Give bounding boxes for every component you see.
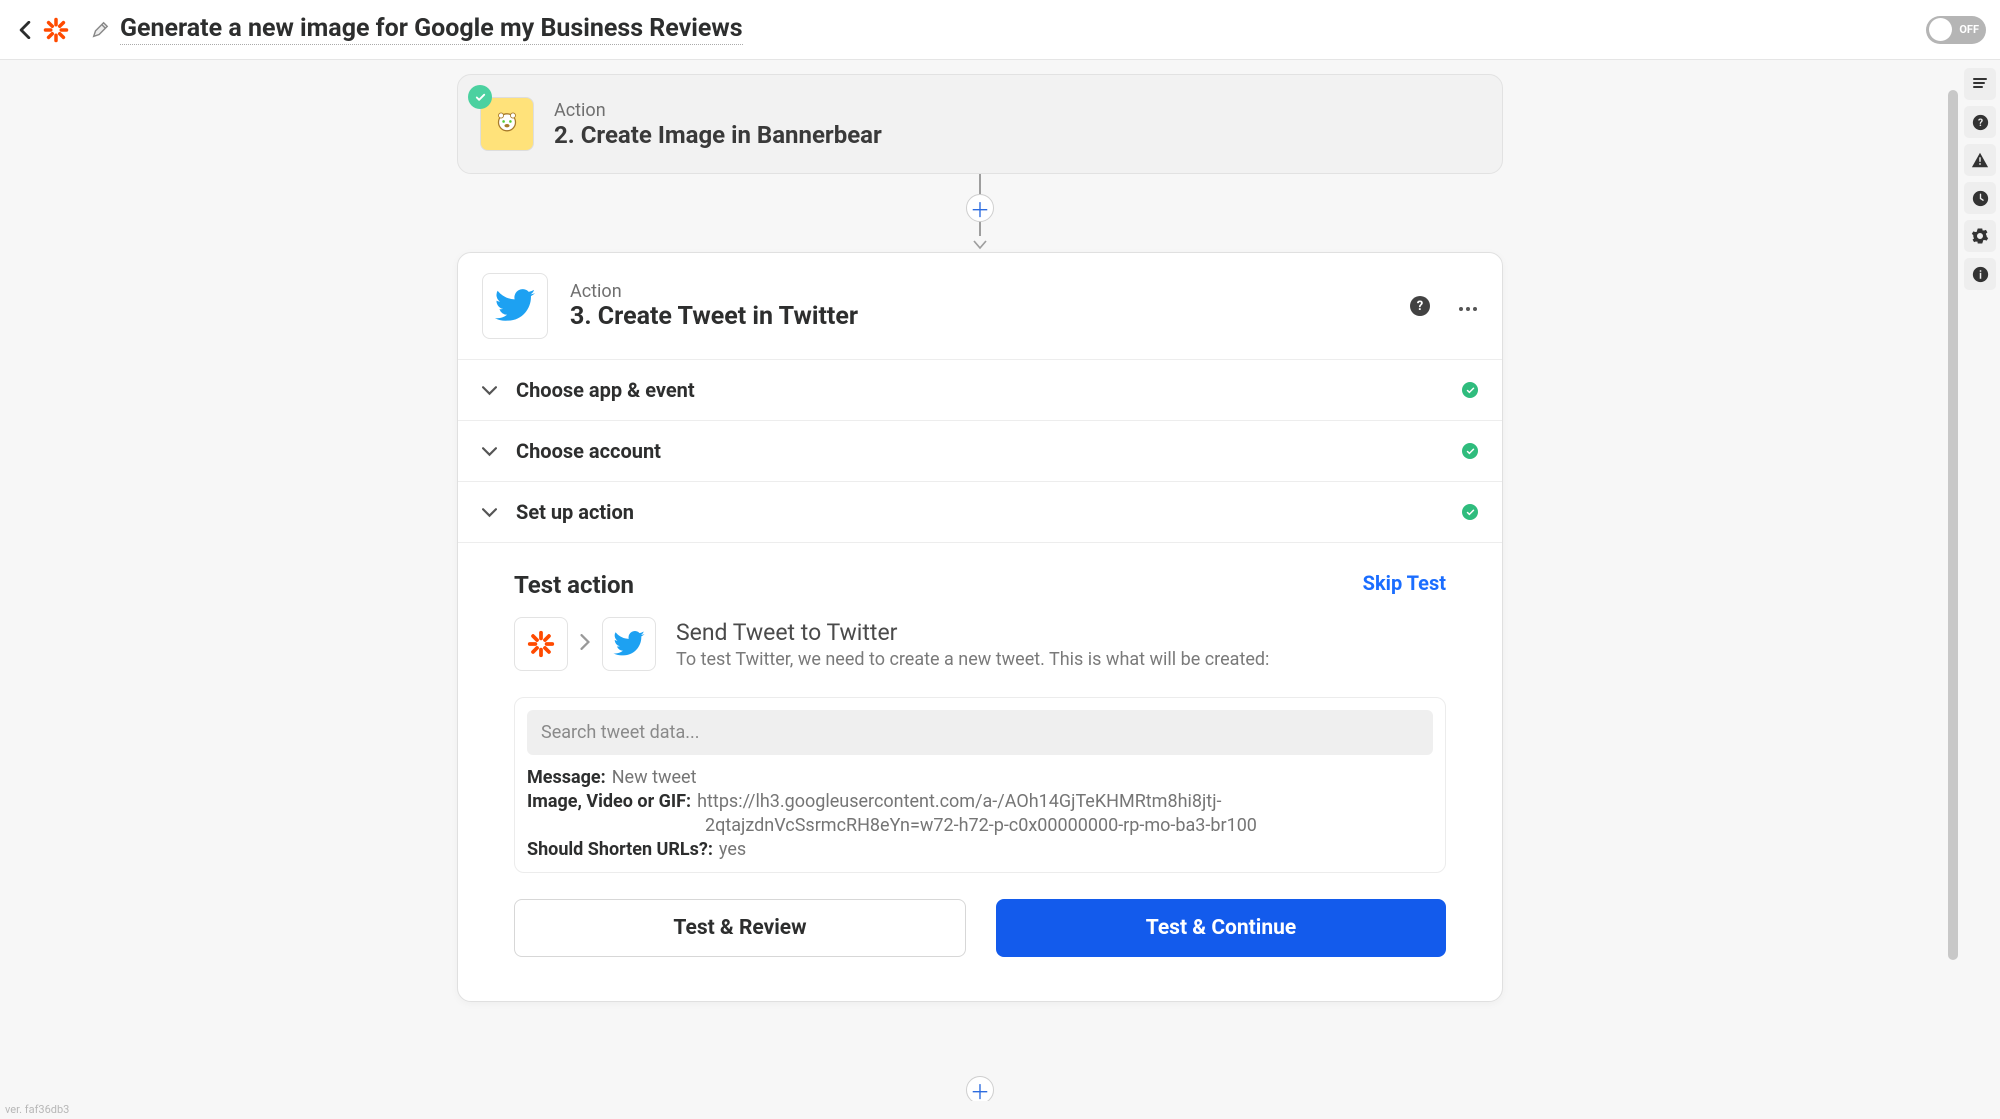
settings-gear-icon[interactable] <box>1964 220 1996 252</box>
send-tweet-description: To test Twitter, we need to create a new… <box>676 649 1269 670</box>
chevron-down-icon <box>482 503 500 522</box>
warning-icon[interactable] <box>1964 144 1996 176</box>
svg-text:?: ? <box>1977 117 1982 128</box>
outline-icon[interactable] <box>1964 68 1996 100</box>
chevron-right-icon <box>580 634 590 654</box>
row-choose-app-event[interactable]: Choose app & event <box>458 359 1502 420</box>
row-choose-account[interactable]: Choose account <box>458 420 1502 481</box>
zap-title[interactable]: Generate a new image for Google my Busin… <box>120 14 743 45</box>
help-icon[interactable]: ? <box>1410 296 1430 316</box>
test-action-title: Test action <box>514 571 634 599</box>
test-action-section: Test action Skip Test Send Tweet to Twit… <box>458 542 1502 1001</box>
tweet-data-preview: Search tweet data... Message: New tweet … <box>514 697 1446 873</box>
row-title: Choose account <box>516 439 661 463</box>
field-label-message: Message: <box>527 767 606 788</box>
field-value-image-line2: 2qtajzdnVcSsrmcRH8eYn=w72-h72-p-c0x00000… <box>705 815 1257 836</box>
step-2-meta: Action 2. Create Image in Bannerbear <box>554 100 882 149</box>
twitter-app-icon <box>482 273 548 339</box>
field-value-image-line1: https://lh3.googleusercontent.com/a-/AOh… <box>697 791 1221 812</box>
zapier-mini-icon <box>514 617 568 671</box>
chevron-down-icon <box>482 442 500 461</box>
more-menu-icon[interactable] <box>1458 297 1478 316</box>
chevron-down-icon <box>482 381 500 400</box>
top-header: Generate a new image for Google my Busin… <box>0 0 2000 60</box>
zapier-logo-icon[interactable] <box>42 16 70 44</box>
field-value-shorten: yes <box>719 839 746 860</box>
connector-bottom: ＋ <box>966 1076 994 1101</box>
zap-on-off-toggle[interactable]: OFF <box>1926 16 1986 44</box>
row-title: Set up action <box>516 500 634 524</box>
step-3-meta: Action 3. Create Tweet in Twitter <box>570 281 858 331</box>
skip-test-link[interactable]: Skip Test <box>1363 571 1446 595</box>
info-icon[interactable] <box>1964 258 1996 290</box>
search-tweet-data-input[interactable]: Search tweet data... <box>527 710 1433 755</box>
toggle-off-label: OFF <box>1959 23 1979 36</box>
version-label: ver. faf36db3 <box>5 1103 69 1116</box>
editor-canvas: Action 2. Create Image in Bannerbear ＋ A… <box>0 60 1960 1101</box>
field-label-image: Image, Video or GIF: <box>527 791 691 812</box>
field-label-shorten: Should Shorten URLs?: <box>527 839 713 860</box>
step-2-title: 2. Create Image in Bannerbear <box>554 121 882 149</box>
success-check-badge-icon <box>468 85 492 109</box>
step-3-title: 3. Create Tweet in Twitter <box>570 302 858 331</box>
send-tweet-title: Send Tweet to Twitter <box>676 619 1269 646</box>
field-value-message: New tweet <box>612 767 697 788</box>
add-step-button[interactable]: ＋ <box>966 194 994 222</box>
connector-top: ＋ <box>966 174 994 255</box>
test-review-button[interactable]: Test & Review <box>514 899 966 957</box>
bannerbear-app-icon <box>480 97 534 151</box>
help-icon[interactable]: ? <box>1964 106 1996 138</box>
row-status-check-icon <box>1462 504 1478 520</box>
row-status-check-icon <box>1462 443 1478 459</box>
test-continue-button[interactable]: Test & Continue <box>996 899 1446 957</box>
edit-pencil-icon[interactable] <box>90 20 110 40</box>
twitter-mini-icon <box>602 617 656 671</box>
step-3-label: Action <box>570 281 858 302</box>
step-3-card: Action 3. Create Tweet in Twitter ? Choo… <box>457 252 1503 1002</box>
row-status-check-icon <box>1462 382 1478 398</box>
history-clock-icon[interactable] <box>1964 182 1996 214</box>
back-chevron-icon[interactable] <box>14 19 36 41</box>
step-3-header: Action 3. Create Tweet in Twitter ? <box>458 253 1502 359</box>
step-2-card[interactable]: Action 2. Create Image in Bannerbear <box>457 74 1503 174</box>
row-title: Choose app & event <box>516 378 695 402</box>
add-step-button-bottom[interactable]: ＋ <box>966 1076 994 1101</box>
right-tool-rail: ? <box>1960 60 2000 1119</box>
row-set-up-action[interactable]: Set up action <box>458 481 1502 542</box>
step-2-label: Action <box>554 100 882 121</box>
